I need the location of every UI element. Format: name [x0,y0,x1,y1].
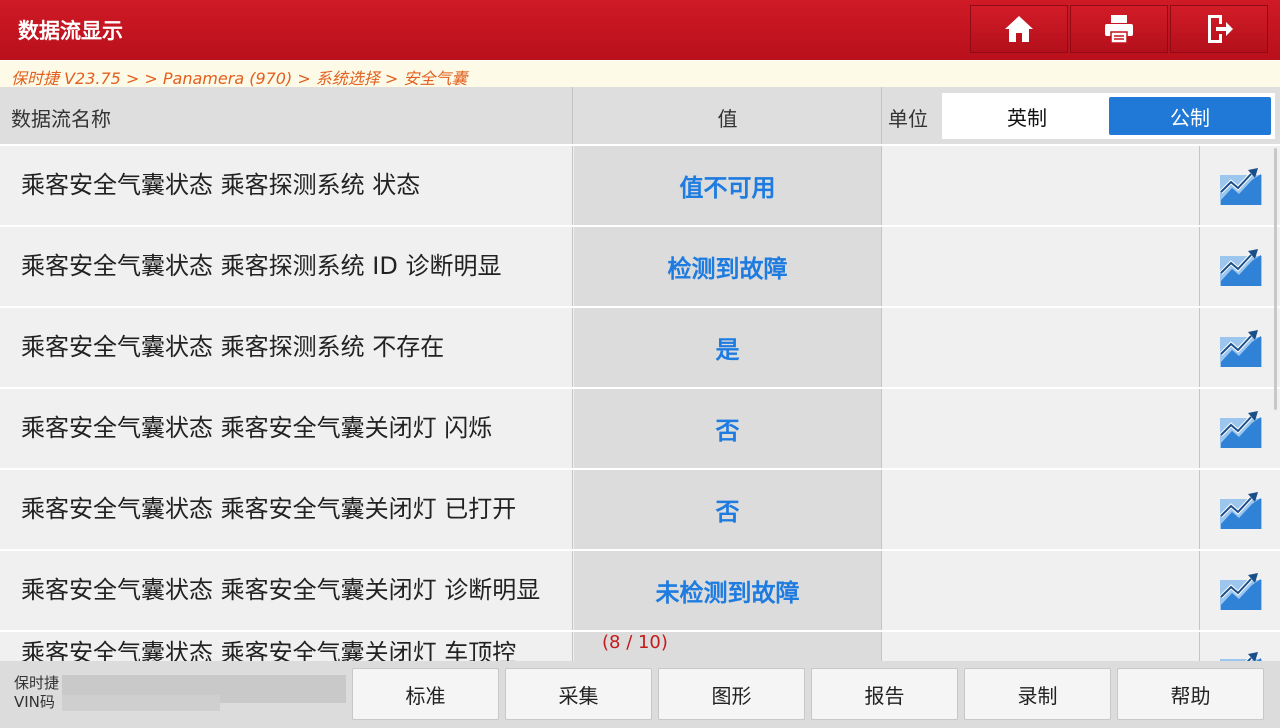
table-row[interactable]: 乘客安全气囊状态 乘客探测系统 ID 诊断明显 检测到故障 [0,227,1280,306]
help-button[interactable]: 帮助 [1117,668,1264,720]
stream-unit [883,632,1200,661]
vin-label: VIN码 [14,693,55,711]
print-button[interactable] [1070,5,1168,53]
graph-button[interactable] [1201,146,1280,225]
metric-unit-option[interactable]: 公制 [1109,97,1271,135]
data-stream-list[interactable]: 乘客安全气囊状态 乘客探测系统 状态 值不可用 乘客安全气囊状态 乘客探测系统 … [0,146,1280,661]
stream-unit [883,551,1200,630]
stream-value: 否 [574,470,882,549]
name-column-header: 数据流名称 [0,87,573,144]
breadcrumb: 保时捷 V23.75 > > Panamera (970) > 系统选择 > 安… [0,61,1280,88]
app-header: 数据流显示 [0,0,1280,60]
page-title: 数据流显示 [18,19,123,43]
unit-column-header: 单位 [888,107,928,131]
stream-name: 乘客安全气囊状态 乘客安全气囊关闭灯 已打开 [0,470,573,549]
stream-value: 是 [574,308,882,387]
table-row[interactable]: 乘客安全气囊状态 乘客探测系统 状态 值不可用 [0,146,1280,225]
trend-chart-icon [1219,652,1262,661]
stream-name: 乘客安全气囊状态 乘客安全气囊关闭灯 诊断明显 [0,551,573,630]
stream-unit [883,470,1200,549]
value-column-header: 值 [574,87,882,144]
stream-unit [883,227,1200,306]
table-row[interactable]: 乘客安全气囊状态 乘客安全气囊关闭灯 闪烁 否 [0,389,1280,468]
report-button[interactable]: 报告 [811,668,958,720]
printer-icon [1105,15,1133,44]
trend-chart-icon [1219,410,1262,448]
graph-button[interactable] [1201,389,1280,468]
page-indicator: (8 / 10) [602,632,668,653]
trend-chart-icon [1219,167,1262,205]
trend-chart-icon [1219,329,1262,367]
vehicle-make: 保时捷 [14,674,60,692]
imperial-unit-option[interactable]: 英制 [946,97,1108,135]
exit-icon [1208,15,1233,43]
unit-toggle: 英制 公制 [942,93,1275,139]
stream-unit [883,389,1200,468]
record-button[interactable]: 录制 [964,668,1111,720]
stream-name: 乘客安全气囊状态 乘客安全气囊关闭灯 车顶控 [0,632,573,661]
stream-name: 乘客安全气囊状态 乘客探测系统 状态 [0,146,573,225]
trend-chart-icon [1219,572,1262,610]
home-icon [1005,16,1033,42]
stream-value: 检测到故障 [574,227,882,306]
stream-name: 乘客安全气囊状态 乘客探测系统 ID 诊断明显 [0,227,573,306]
table-row[interactable]: 乘客安全气囊状态 乘客探测系统 不存在 是 [0,308,1280,387]
graph-button[interactable] [1201,632,1280,661]
sample-button[interactable]: 采集 [505,668,652,720]
stream-unit [883,146,1200,225]
home-button[interactable] [970,5,1068,53]
graph-button[interactable] [1201,470,1280,549]
stream-value: 否 [574,389,882,468]
trend-chart-icon [1219,491,1262,529]
table-row[interactable]: 乘客安全气囊状态 乘客安全气囊关闭灯 已打开 否 [0,470,1280,549]
standard-button[interactable]: 标准 [352,668,499,720]
footer-toolbar: 保时捷 VIN码 标准 采集 图形 报告 录制 帮助 [0,661,1280,728]
vehicle-info: 保时捷 VIN码 [14,674,59,712]
stream-value: 未检测到故障 [574,551,882,630]
graph-mode-button[interactable]: 图形 [658,668,805,720]
list-scrollbar[interactable] [1274,148,1277,410]
exit-button[interactable] [1170,5,1268,53]
table-row[interactable]: 乘客安全气囊状态 乘客安全气囊关闭灯 诊断明显 未检测到故障 [0,551,1280,630]
trend-chart-icon [1219,248,1262,286]
stream-name: 乘客安全气囊状态 乘客安全气囊关闭灯 闪烁 [0,389,573,468]
graph-button[interactable] [1201,551,1280,630]
stream-value: 值不可用 [574,146,882,225]
stream-unit [883,308,1200,387]
vin-redaction [62,695,220,711]
stream-name: 乘客安全气囊状态 乘客探测系统 不存在 [0,308,573,387]
graph-button[interactable] [1201,227,1280,306]
graph-button[interactable] [1201,308,1280,387]
